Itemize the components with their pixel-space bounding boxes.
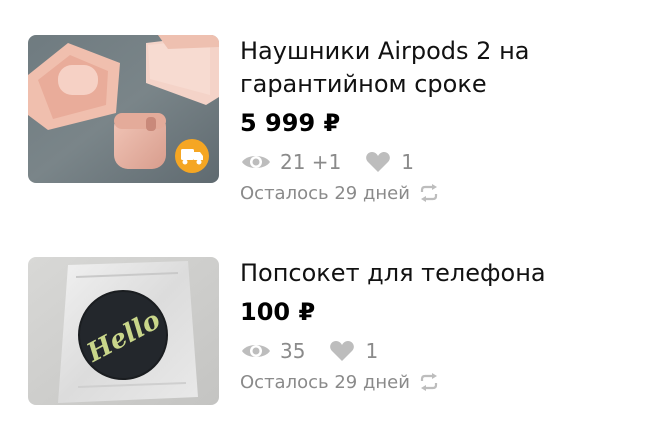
listing-price: 100 ₽ bbox=[240, 298, 316, 326]
listing-info: Попсокет для телефона 100 ₽ 35 1 Осталос… bbox=[240, 257, 640, 394]
title-line: Попсокет для телефона bbox=[240, 259, 546, 287]
listing-thumbnail[interactable]: Hello bbox=[28, 257, 219, 405]
favorites-count: 1 bbox=[401, 150, 415, 174]
title-line: гарантийном сроке bbox=[240, 70, 487, 98]
views-count: 35 bbox=[280, 339, 306, 363]
views-count: 21 +1 bbox=[280, 150, 342, 174]
popsocket-photo: Hello bbox=[28, 257, 219, 405]
favorites-count: 1 bbox=[365, 339, 379, 363]
remaining-time: Осталось 29 дней bbox=[240, 370, 640, 394]
listing-card-popsocket[interactable]: Hello Попсокет для телефона 100 ₽ 35 1 О… bbox=[28, 257, 648, 407]
repeat-icon bbox=[418, 373, 440, 391]
listing-info: Наушники Airpods 2 на гарантийном сроке … bbox=[240, 35, 640, 205]
eye-icon bbox=[240, 340, 272, 362]
listing-card-airpods[interactable]: Наушники Airpods 2 на гарантийном сроке … bbox=[28, 35, 648, 204]
listing-stats: 21 +1 1 bbox=[240, 149, 640, 175]
remaining-text: Осталось 29 дней bbox=[240, 182, 410, 204]
heart-icon bbox=[329, 340, 355, 362]
heart-icon bbox=[365, 151, 391, 173]
listing-title[interactable]: Попсокет для телефона bbox=[240, 257, 640, 290]
listing-thumbnail[interactable] bbox=[28, 35, 219, 183]
listing-title[interactable]: Наушники Airpods 2 на гарантийном сроке bbox=[240, 35, 640, 101]
listing-price: 5 999 ₽ bbox=[240, 109, 341, 137]
remaining-time: Осталось 29 дней bbox=[240, 181, 640, 205]
eye-icon bbox=[240, 151, 272, 173]
remaining-text: Осталось 29 дней bbox=[240, 371, 410, 393]
listing-stats: 35 1 bbox=[240, 338, 640, 364]
title-line: Наушники Airpods 2 на bbox=[240, 37, 530, 65]
repeat-icon bbox=[418, 184, 440, 202]
airpods-photo bbox=[28, 35, 219, 183]
